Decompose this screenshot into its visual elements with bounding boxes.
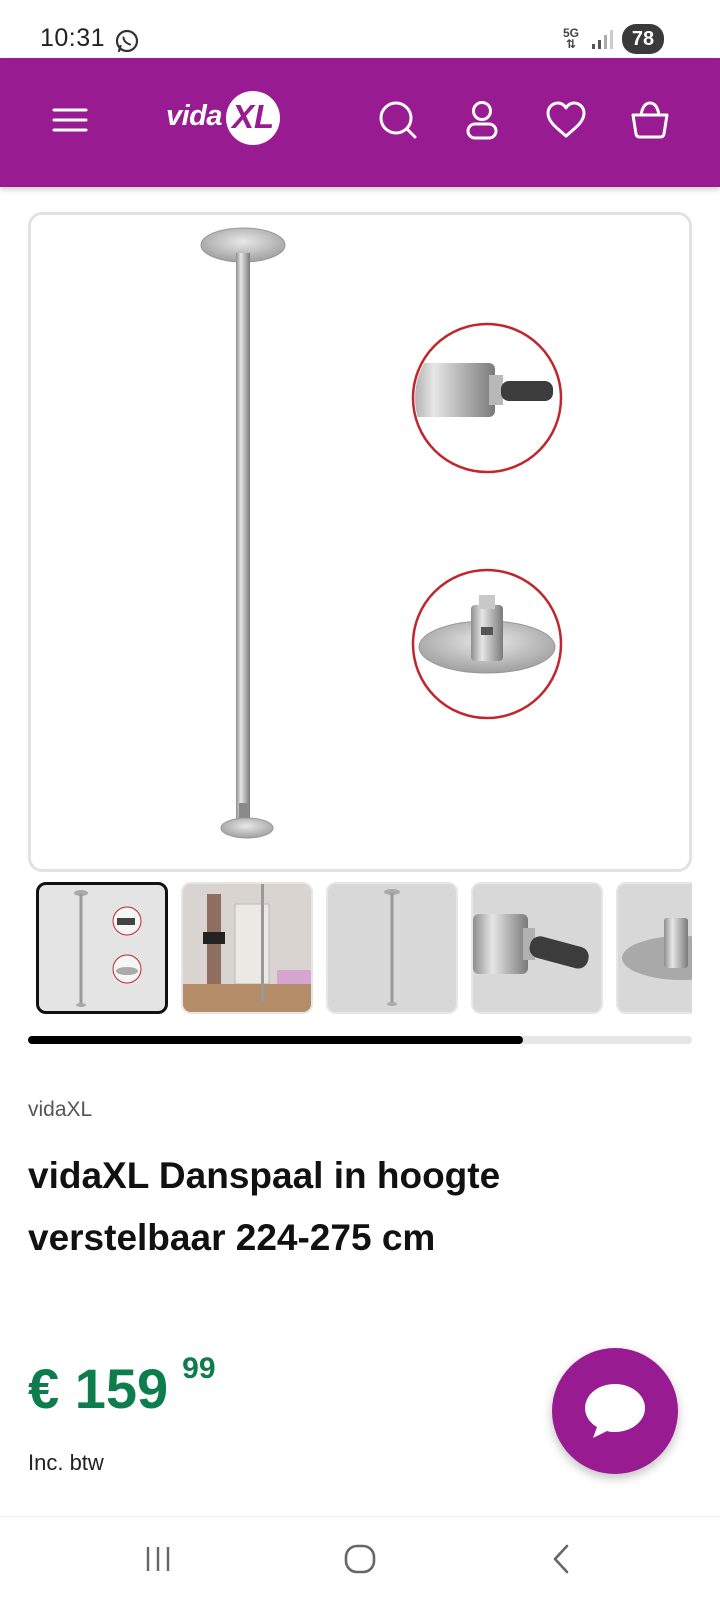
price-cents: 99 [182, 1352, 216, 1385]
thumbnail-base-plate-detail[interactable] [616, 882, 692, 1014]
thumbnail-1-image [74, 890, 142, 1007]
chat-button[interactable] [552, 1348, 678, 1474]
thumbnail-4-image [473, 884, 601, 1012]
vidaxl-logo[interactable]: vida XL [166, 91, 286, 151]
site-header: vida XL [0, 58, 720, 187]
chat-bubble-icon [585, 1384, 645, 1438]
status-bar: 10:31 5G ⇅ 78 [0, 0, 720, 58]
signal-icon [592, 30, 613, 49]
thumbnail-strip [36, 882, 692, 1016]
status-right: 5G ⇅ 78 [560, 24, 664, 54]
recent-apps-button[interactable] [136, 1541, 180, 1577]
thumbnail-3-image [384, 889, 400, 1006]
logo-text: vida [166, 100, 223, 132]
battery-icon: 78 [622, 24, 664, 54]
product-title: vidaXL Danspaal in hoogte verstelbaar 22… [28, 1155, 501, 1258]
vat-note: Inc. btw [28, 1450, 104, 1475]
system-navigation-bar [0, 1516, 720, 1600]
logo-badge-text: XL [232, 98, 275, 135]
menu-icon [52, 108, 88, 132]
back-button[interactable] [540, 1541, 584, 1577]
back-icon [553, 1544, 569, 1574]
product-main-image[interactable] [28, 212, 692, 872]
home-button[interactable] [338, 1541, 382, 1577]
menu-button[interactable] [48, 98, 92, 142]
thumbnail-2-image [183, 884, 311, 1012]
account-button[interactable] [460, 98, 504, 142]
thumbnail-room-scene[interactable] [181, 882, 313, 1014]
product-price: € 159 99 [28, 1354, 216, 1420]
gallery-scrollbar[interactable] [28, 1036, 692, 1044]
battery-level: 78 [631, 27, 655, 50]
thumbnail-5-image [618, 884, 692, 1012]
network-label: 5G [562, 26, 579, 40]
wishlist-icon [546, 101, 586, 138]
thumbnail-pole-only[interactable] [326, 882, 458, 1014]
price-main: € 159 [28, 1357, 169, 1420]
home-icon [344, 1544, 376, 1574]
cart-icon [631, 101, 669, 139]
wishlist-button[interactable] [544, 98, 588, 142]
search-button[interactable] [376, 98, 420, 142]
account-icon [466, 101, 498, 140]
recent-apps-icon [146, 1547, 170, 1571]
whatsapp-icon [115, 29, 139, 53]
search-icon [379, 101, 417, 139]
5g-icon: 5G ⇅ [562, 26, 579, 51]
status-time: 10:31 [40, 24, 106, 52]
thumbnail-pole-tip-detail[interactable] [471, 882, 603, 1014]
gallery-scrollbar-thumb[interactable] [28, 1036, 523, 1044]
dance-pole-illustration [200, 227, 563, 839]
cart-button[interactable] [628, 98, 672, 142]
thumbnail-product-overview[interactable] [36, 882, 168, 1014]
product-brand[interactable]: vidaXL [28, 1098, 92, 1122]
